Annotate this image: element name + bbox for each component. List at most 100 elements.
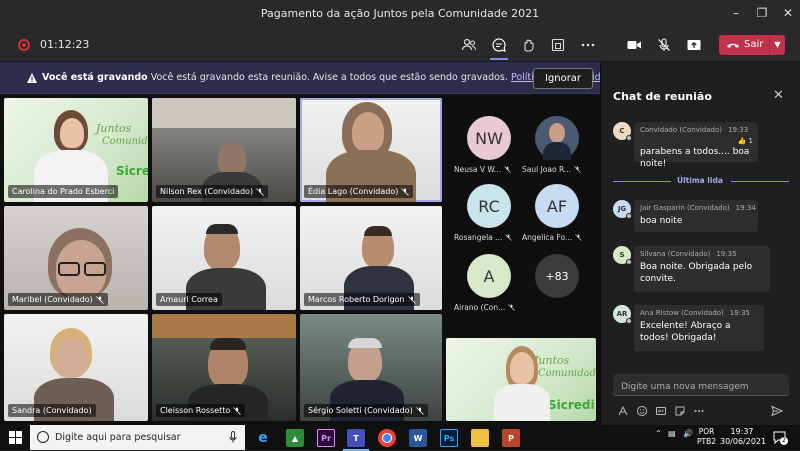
camera-button[interactable] (625, 36, 643, 54)
message-bubble[interactable]: Ana Ristow (Convidado) 19:35 Excelente! A… (634, 305, 764, 351)
avatar-face (549, 123, 565, 143)
mic-off-icon (401, 187, 410, 196)
video-tile[interactable]: Sérgio Soletti (Convidado) (300, 314, 442, 421)
reaction-badge[interactable]: 👍 1 (738, 137, 753, 145)
premiere-icon[interactable]: Pr (317, 429, 335, 447)
more-actions-button[interactable] (579, 36, 597, 54)
message-input[interactable] (613, 376, 789, 398)
participant-avatar[interactable]: AF Angelica Fo... (522, 184, 582, 244)
volume-icon[interactable]: 🔊 (683, 429, 693, 438)
file-explorer-icon[interactable] (471, 429, 489, 447)
format-button[interactable] (617, 402, 629, 416)
chevron-up-icon[interactable]: ⌃ (655, 429, 662, 438)
word-icon[interactable]: W (409, 429, 427, 447)
gif-button[interactable] (655, 402, 667, 415)
share-button[interactable] (685, 36, 703, 54)
sticker-button[interactable] (674, 402, 686, 416)
message-bubble[interactable]: Jair Gasparin (Convidado) 19:34 boa noite (634, 200, 758, 232)
cortana-icon (37, 431, 49, 443)
participants-button[interactable] (460, 36, 478, 54)
search-placeholder: Digite aqui para pesquisar (55, 432, 181, 443)
chevron-down-icon[interactable]: ▼ (769, 35, 785, 55)
taskbar-search[interactable]: Digite aqui para pesquisar (30, 425, 245, 450)
network-icon[interactable]: ▤ (668, 429, 676, 438)
participant-avatar[interactable]: RC Rosangela ... (454, 184, 513, 244)
video-tile[interactable]: Juntos Comunidade Sicredi Carolina do Pr… (4, 98, 148, 202)
avatar: RC (467, 184, 511, 228)
minimize-button[interactable]: – (728, 5, 744, 21)
chat-title: Chat de reunião (613, 90, 712, 103)
message-bubble[interactable]: Silvana (Convidado) 19:35 Boa noite. Obri… (634, 246, 770, 292)
participant-hair (210, 338, 246, 350)
participant-hair (348, 338, 382, 348)
mic-off-icon (96, 295, 104, 304)
video-tile[interactable]: Amauri Correa (152, 206, 296, 310)
participant-avatar[interactable]: A Airano (Con... (454, 254, 516, 314)
send-button[interactable] (771, 402, 784, 417)
emoji-button[interactable] (636, 402, 648, 416)
avatar: AR (613, 305, 632, 324)
glasses (58, 262, 80, 276)
more-options-button[interactable] (693, 402, 705, 414)
powerpoint-icon[interactable]: P (502, 429, 520, 447)
edge-icon[interactable]: e (254, 429, 272, 447)
avatar-label: Rosangela ... (454, 233, 530, 242)
divider-line (613, 181, 671, 182)
video-tile[interactable]: Maribel (Convidado) (4, 206, 148, 310)
chrome-icon[interactable] (378, 429, 396, 447)
overflow-count: +83 (535, 254, 579, 298)
more-participants-button[interactable]: +83 (528, 254, 580, 314)
tile-name: Carolina do Prado Esberci (8, 185, 119, 198)
warning-icon (27, 73, 37, 83)
chat-icon (492, 38, 506, 52)
reactions-button[interactable] (519, 36, 537, 54)
system-clock[interactable]: 19:37 30/06/2021 (720, 427, 766, 447)
maximize-button[interactable]: ❐ (754, 5, 770, 21)
photoshop-icon[interactable]: Ps (440, 429, 458, 447)
participant-avatar[interactable]: NW Neusa V W... (454, 116, 512, 176)
leave-label: Sair (744, 39, 764, 50)
tile-name: Sandra (Convidado) (8, 404, 96, 417)
participant-face (510, 352, 534, 384)
compose-box[interactable] (613, 374, 789, 398)
leave-button[interactable]: Sair ▼ (719, 35, 785, 55)
video-tile[interactable]: Nilson Rex (Convidado) (152, 98, 296, 202)
ignore-button[interactable]: Ignorar (533, 68, 593, 89)
participant-avatar[interactable]: Saul Joao R... (522, 116, 581, 176)
mic-off-icon (233, 406, 242, 415)
banner-bold: Você está gravando (42, 72, 148, 83)
more-icon (581, 43, 595, 47)
windows-start-icon[interactable] (9, 431, 22, 444)
teams-icon[interactable]: T (343, 429, 369, 451)
notification-button[interactable]: 2 (772, 430, 788, 445)
participant-face (218, 142, 246, 176)
participant-hair (206, 224, 238, 234)
video-tile-active[interactable]: Édia Lago (Convidado) (300, 98, 442, 202)
avatar: JG (613, 200, 632, 219)
message-bubble[interactable]: Convidado (Convidado) 19:33 👍 1 parabens … (634, 122, 758, 169)
green-app-icon[interactable]: ▲ (286, 429, 304, 447)
rooms-button[interactable] (549, 36, 567, 54)
video-tile[interactable]: Marcos Roberto Dorigon (300, 206, 442, 310)
close-icon[interactable]: ✕ (773, 88, 784, 103)
language-indicator[interactable]: POR PTB2 (697, 427, 716, 447)
message-text: parabens a todos.... boa noite! (640, 147, 750, 169)
last-read-label: Última lida (677, 176, 723, 185)
title-bar: Pagamento da ação Juntos pela Comunidade… (0, 0, 800, 28)
tile-name: Sérgio Soletti (Convidado) (304, 404, 428, 417)
avatar: C (613, 122, 632, 141)
send-icon (771, 405, 784, 417)
chat-panel: Chat de reunião ✕ C Convidado (Convidado… (600, 62, 800, 425)
video-tile[interactable]: Juntos Comunidade Sicredi (446, 338, 596, 421)
video-tile[interactable]: Sandra (Convidado) (4, 314, 148, 421)
chat-button[interactable] (490, 36, 508, 60)
mic-off-icon (574, 166, 581, 173)
close-window-button[interactable]: ✕ (780, 5, 796, 21)
video-tile[interactable]: Cleisson Rossetto (152, 314, 296, 421)
participant-body (494, 384, 550, 421)
avatar-label: Saul Joao R... (522, 165, 598, 174)
hand-icon (524, 39, 534, 52)
avatar-label: Neusa V W... (454, 165, 530, 174)
mic-icon[interactable] (229, 431, 237, 443)
mic-button[interactable] (655, 36, 673, 54)
